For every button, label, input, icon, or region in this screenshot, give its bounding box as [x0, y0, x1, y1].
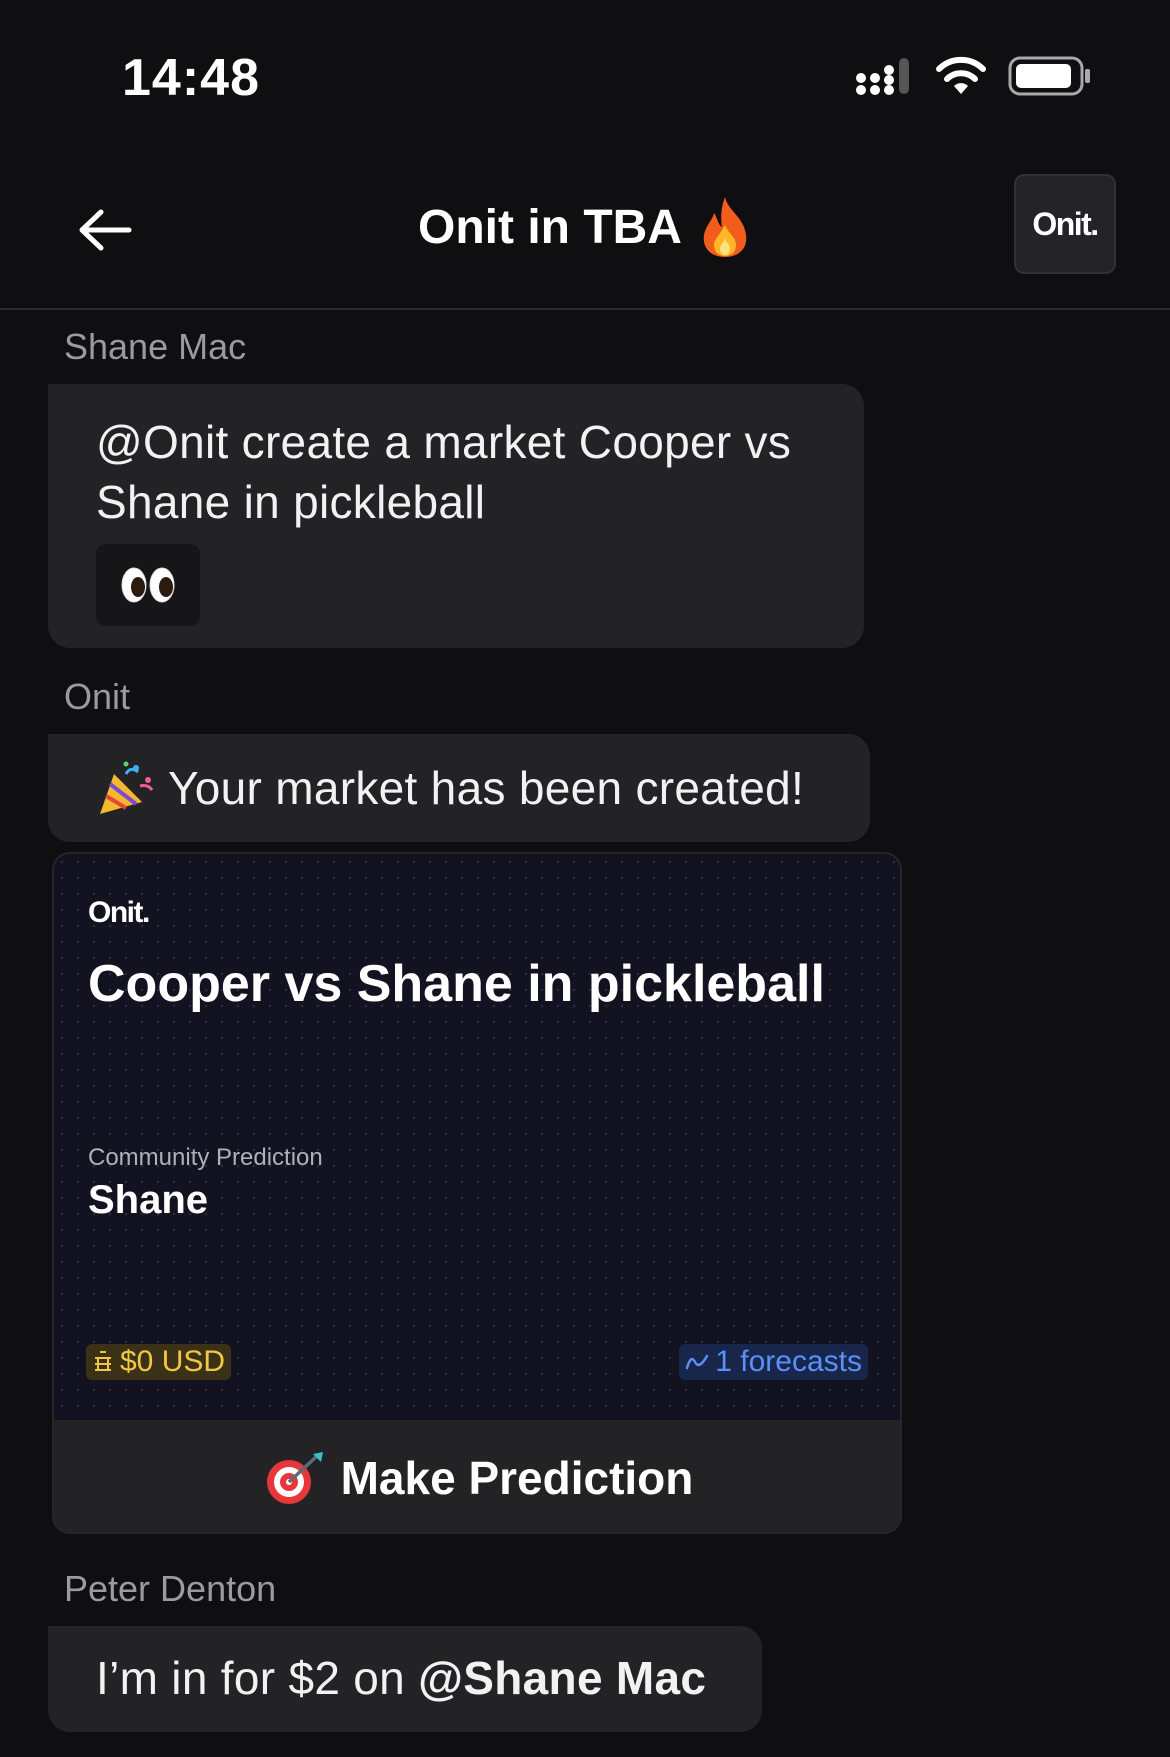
- onit-logo-button[interactable]: Onit.: [1014, 174, 1116, 274]
- make-prediction-label: Make Prediction: [340, 1452, 694, 1504]
- battery-icon: [1008, 56, 1090, 96]
- eyes-emoji-icon: [121, 567, 175, 603]
- wifi-icon: [936, 56, 986, 94]
- status-bar: 14:48: [0, 0, 1170, 150]
- fire-icon: [703, 197, 747, 257]
- chat-header: Onit in TBA Onit.: [0, 150, 1170, 310]
- message-text-prefix: I’m in for $2 on: [96, 1652, 419, 1704]
- community-prediction-label: Community Prediction: [88, 1144, 323, 1171]
- market-title: Cooper vs Shane in pickleball: [88, 955, 825, 1013]
- chat-title-text: Onit in TBA: [418, 200, 682, 254]
- sender-name: Shane Mac: [64, 326, 247, 367]
- trend-line-icon: [686, 1354, 709, 1370]
- party-popper-icon: [100, 761, 154, 814]
- make-prediction-button[interactable]: Make Prediction: [54, 1420, 900, 1532]
- status-time: 14:48: [122, 49, 260, 107]
- forecast-text: 1 forecasts: [715, 1345, 862, 1378]
- signal-icon: [856, 58, 909, 95]
- sender-name: Onit: [64, 676, 131, 717]
- coins-icon: [95, 1351, 111, 1371]
- forecast-badge: 1 forecasts: [679, 1344, 868, 1380]
- message-text: I’m in for $2 on @Shane Mac: [96, 1648, 714, 1708]
- chat-title: Onit in TBA: [0, 195, 1170, 259]
- sender-name: Peter Denton: [64, 1568, 277, 1609]
- volume-badge: $0 USD: [86, 1344, 232, 1380]
- card-brand-logo: Onit.: [88, 896, 150, 929]
- message-bubble: I’m in for $2 on @Shane Mac: [48, 1626, 762, 1732]
- volume-text: $0 USD: [120, 1345, 226, 1378]
- community-prediction-value: Shane: [88, 1178, 209, 1222]
- message-text: Your market has been created!: [168, 762, 805, 814]
- user-mention-link[interactable]: @Shane Mac: [418, 1652, 706, 1704]
- message-text: @Onit create a market Cooper vs Shane in…: [96, 416, 792, 528]
- reaction-chip[interactable]: [96, 544, 200, 626]
- target-dart-icon: [266, 1452, 323, 1504]
- message-bubble: Your market has been created!: [48, 734, 870, 842]
- market-card[interactable]: Onit. Cooper vs Shane in pickleball Comm…: [52, 852, 902, 1534]
- message-bubble: @Onit create a market Cooper vs Shane in…: [48, 384, 864, 648]
